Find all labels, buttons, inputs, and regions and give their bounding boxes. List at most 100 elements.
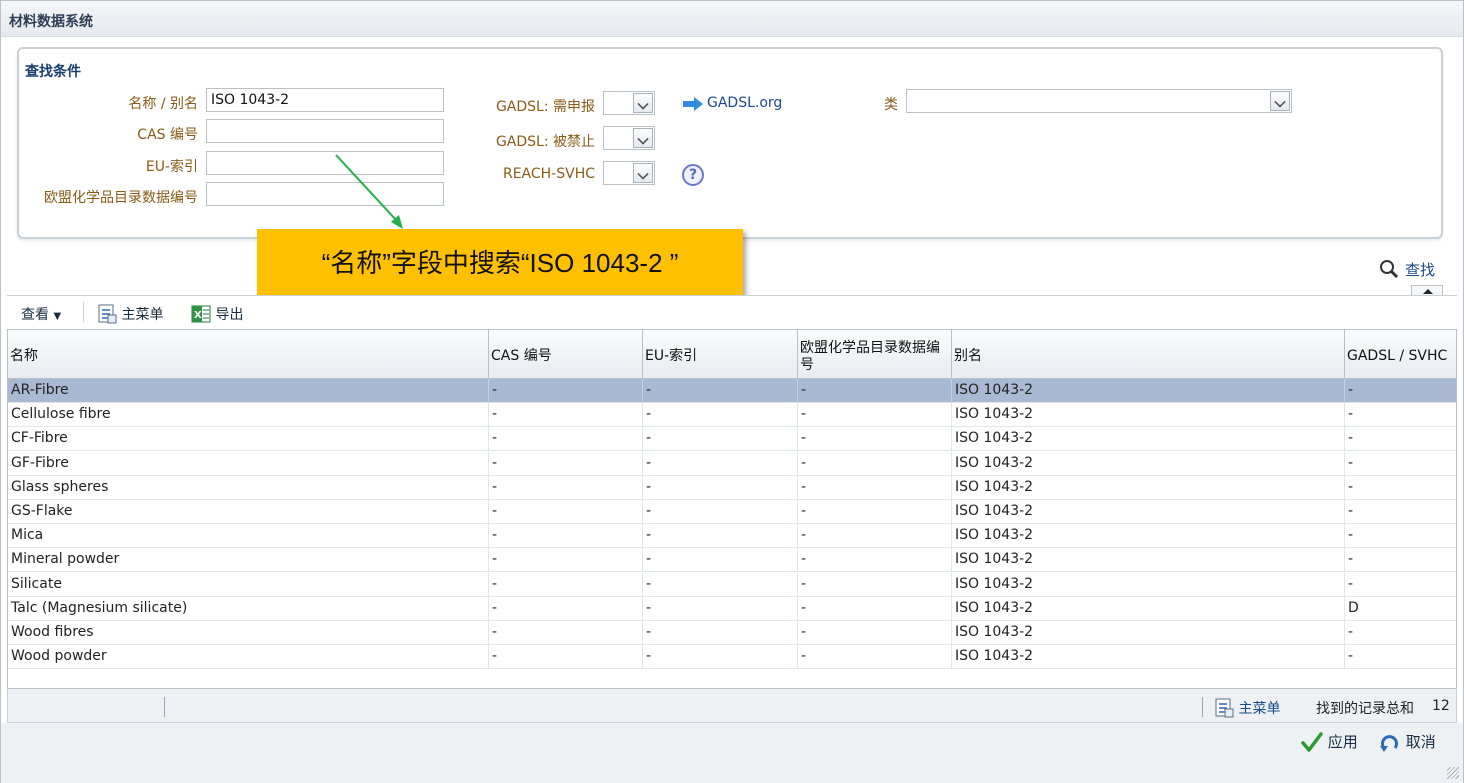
main-menu-button[interactable]: 主菜单 bbox=[97, 304, 163, 324]
status-main-menu-button[interactable]: 主菜单 bbox=[1214, 698, 1280, 718]
cell-eu-index: - bbox=[643, 524, 798, 549]
chevron-down-icon[interactable] bbox=[633, 163, 653, 183]
table-row[interactable]: AR-Fibre - - - ISO 1043-2- bbox=[8, 379, 1456, 403]
callout-text: “名称”字段中搜索“ISO 1043-2 ” bbox=[321, 248, 679, 278]
cell-alias: ISO 1043-2 bbox=[952, 645, 1345, 670]
reach-svhc-label: REACH-SVHC bbox=[502, 166, 595, 182]
table-row[interactable]: Silicate - - - ISO 1043-2- bbox=[8, 572, 1456, 597]
cell-name: Wood powder bbox=[8, 645, 489, 670]
table-row[interactable]: Glass spheres - - - ISO 1043-2- bbox=[8, 475, 1456, 500]
cell-gadsl-svhc: - bbox=[1348, 551, 1354, 568]
cell-gadsl-svhc: - bbox=[1348, 382, 1354, 398]
table-row[interactable]: CF-Fibre - - - ISO 1043-2- bbox=[8, 427, 1456, 452]
table-row[interactable]: Talc (Magnesium silicate) - - - ISO 1043-2 D bbox=[8, 596, 1456, 621]
name-alias-input[interactable] bbox=[206, 88, 444, 112]
column-header-cas[interactable]: CAS 编号 bbox=[489, 330, 643, 379]
cell-eu-index: - bbox=[643, 596, 798, 621]
cell-eu-index: - bbox=[643, 475, 798, 500]
results-table: 名称 CAS 编号 EU-索引 欧盟化学品目录数据编号 别名 GADSL / S… bbox=[7, 329, 1457, 689]
resize-grip[interactable] bbox=[1447, 767, 1459, 779]
cell-gadsl-svhc: - bbox=[1348, 527, 1354, 544]
cell-gadsl-svhc: - bbox=[1348, 430, 1354, 447]
cell-cas: - bbox=[489, 572, 643, 597]
cell-name: Talc (Magnesium silicate) bbox=[8, 596, 489, 621]
cell-name: Cellulose fibre bbox=[8, 403, 489, 428]
view-menu[interactable]: 查看 ▼ bbox=[21, 304, 61, 324]
cell-name: AR-Fibre bbox=[8, 379, 489, 403]
cell-ec-number: - bbox=[798, 427, 952, 452]
eu-index-input[interactable] bbox=[206, 151, 444, 175]
cell-alias: ISO 1043-2 bbox=[952, 524, 1345, 549]
status-divider bbox=[164, 697, 165, 717]
chevron-down-icon[interactable] bbox=[633, 93, 653, 113]
search-icon bbox=[1380, 260, 1399, 279]
status-divider bbox=[1202, 697, 1203, 717]
chevron-down-icon[interactable] bbox=[633, 128, 653, 148]
cell-gadsl-svhc: D bbox=[1348, 599, 1359, 616]
gadsl-declarable-select[interactable] bbox=[603, 91, 655, 115]
column-header-gadsl-svhc[interactable]: GADSL / SVHC bbox=[1345, 330, 1456, 379]
gadsl-prohibited-label: GADSL: 被禁止 bbox=[495, 134, 595, 150]
table-row[interactable]: GF-Fibre - - - ISO 1043-2- bbox=[8, 451, 1456, 476]
cell-eu-index: - bbox=[643, 621, 798, 645]
cell-eu-index: - bbox=[643, 403, 798, 428]
ec-number-input[interactable] bbox=[206, 182, 444, 206]
column-header-name[interactable]: 名称 bbox=[8, 330, 489, 379]
class-label: 类 bbox=[884, 97, 898, 113]
cell-ec-number: - bbox=[798, 548, 952, 573]
cancel-button[interactable]: 取消 bbox=[1379, 731, 1436, 755]
table-row[interactable]: Mica - - - ISO 1043-2- bbox=[8, 524, 1456, 549]
arrow-right-icon bbox=[683, 97, 703, 111]
cell-eu-index: - bbox=[643, 451, 798, 476]
apply-label: 应用 bbox=[1327, 733, 1358, 751]
status-bar: 主菜单 找到的记录总和 12 bbox=[7, 689, 1457, 723]
action-bar: 应用 取消 bbox=[1, 723, 1463, 783]
cell-cas: - bbox=[489, 645, 643, 670]
ec-number-label: 欧盟化学品目录数据编号 bbox=[44, 190, 198, 206]
cell-alias: ISO 1043-2 bbox=[952, 621, 1345, 645]
apply-button[interactable]: 应用 bbox=[1301, 731, 1358, 755]
table-row[interactable]: Cellulose fibre - - - ISO 1043-2- bbox=[8, 403, 1456, 428]
table-row[interactable]: GS-Flake - - - ISO 1043-2- bbox=[8, 500, 1456, 524]
cell-alias: ISO 1043-2 bbox=[952, 475, 1345, 500]
cell-ec-number: - bbox=[798, 475, 952, 500]
toolbar-divider bbox=[83, 302, 84, 322]
column-header-ec-number[interactable]: 欧盟化学品目录数据编号 bbox=[798, 330, 952, 379]
cell-alias: ISO 1043-2 bbox=[952, 451, 1345, 476]
search-button-label: 查找 bbox=[1405, 261, 1436, 279]
cell-gadsl-svhc: - bbox=[1348, 575, 1354, 592]
cell-alias: ISO 1043-2 bbox=[952, 403, 1345, 428]
column-header-alias[interactable]: 别名 bbox=[952, 330, 1345, 379]
cell-ec-number: - bbox=[798, 500, 952, 524]
cell-gadsl-svhc: - bbox=[1348, 648, 1354, 665]
class-select[interactable] bbox=[906, 89, 1292, 113]
cell-cas: - bbox=[489, 427, 643, 452]
chevron-down-icon[interactable] bbox=[1270, 91, 1290, 111]
help-icon[interactable]: ? bbox=[682, 164, 704, 186]
reach-svhc-select[interactable] bbox=[603, 161, 655, 185]
cell-alias: ISO 1043-2 bbox=[952, 427, 1345, 452]
name-alias-label: 名称 / 别名 bbox=[128, 96, 198, 112]
cell-gadsl-svhc: - bbox=[1348, 406, 1354, 423]
panel-title: 查找条件 bbox=[25, 64, 81, 80]
table-header: 名称 CAS 编号 EU-索引 欧盟化学品目录数据编号 别名 GADSL / S… bbox=[8, 330, 1456, 379]
record-count-label: 找到的记录总和 bbox=[1316, 701, 1414, 717]
cell-gadsl-svhc: - bbox=[1348, 478, 1354, 495]
column-header-eu-index[interactable]: EU-索引 bbox=[643, 330, 798, 379]
cell-eu-index: - bbox=[643, 500, 798, 524]
view-menu-label: 查看 bbox=[21, 307, 49, 323]
cell-name: Mica bbox=[8, 524, 489, 549]
table-row[interactable]: Wood fibres - - - ISO 1043-2- bbox=[8, 621, 1456, 645]
table-row[interactable]: Wood powder - - - ISO 1043-2- bbox=[8, 645, 1456, 670]
cell-ec-number: - bbox=[798, 403, 952, 428]
export-label: 导出 bbox=[215, 307, 244, 323]
cell-alias: ISO 1043-2 bbox=[952, 500, 1345, 524]
cell-eu-index: - bbox=[643, 645, 798, 670]
table-row[interactable]: Mineral powder - - - ISO 1043-2- bbox=[8, 548, 1456, 573]
gadsl-prohibited-select[interactable] bbox=[603, 126, 655, 150]
cas-number-input[interactable] bbox=[206, 119, 444, 143]
export-button[interactable]: X 导出 bbox=[191, 304, 243, 324]
cell-cas: - bbox=[489, 500, 643, 524]
gadsl-org-link[interactable]: GADSL.org bbox=[707, 95, 782, 111]
cell-ec-number: - bbox=[798, 524, 952, 549]
